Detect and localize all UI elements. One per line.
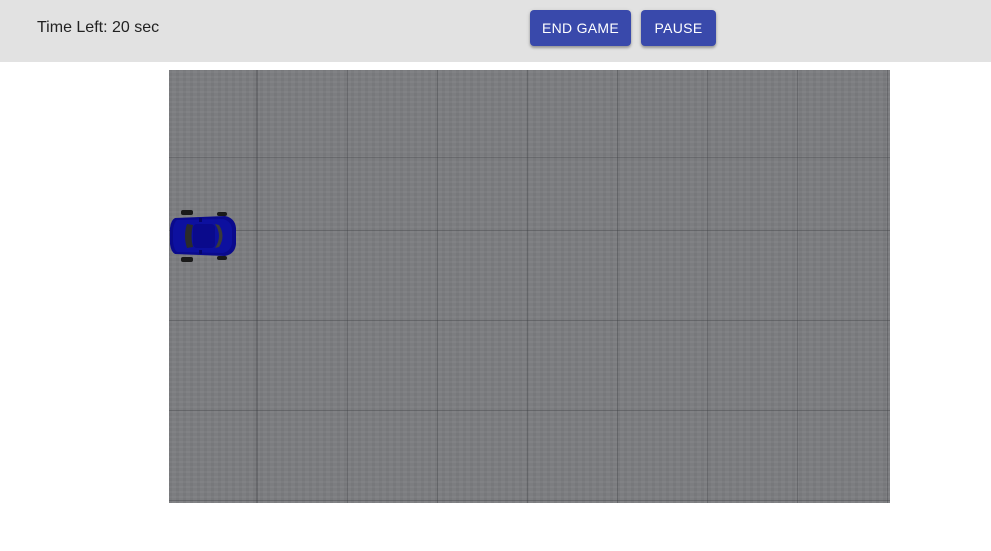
time-left-label: Time Left: 20 sec <box>37 19 160 36</box>
game-board[interactable] <box>169 70 890 503</box>
end-game-button[interactable]: END GAME <box>530 10 631 46</box>
pause-button[interactable]: PAUSE <box>641 10 716 46</box>
game-header: Time Left: 20 sec END GAME PAUSE <box>0 0 991 62</box>
player-car-icon <box>170 210 236 262</box>
